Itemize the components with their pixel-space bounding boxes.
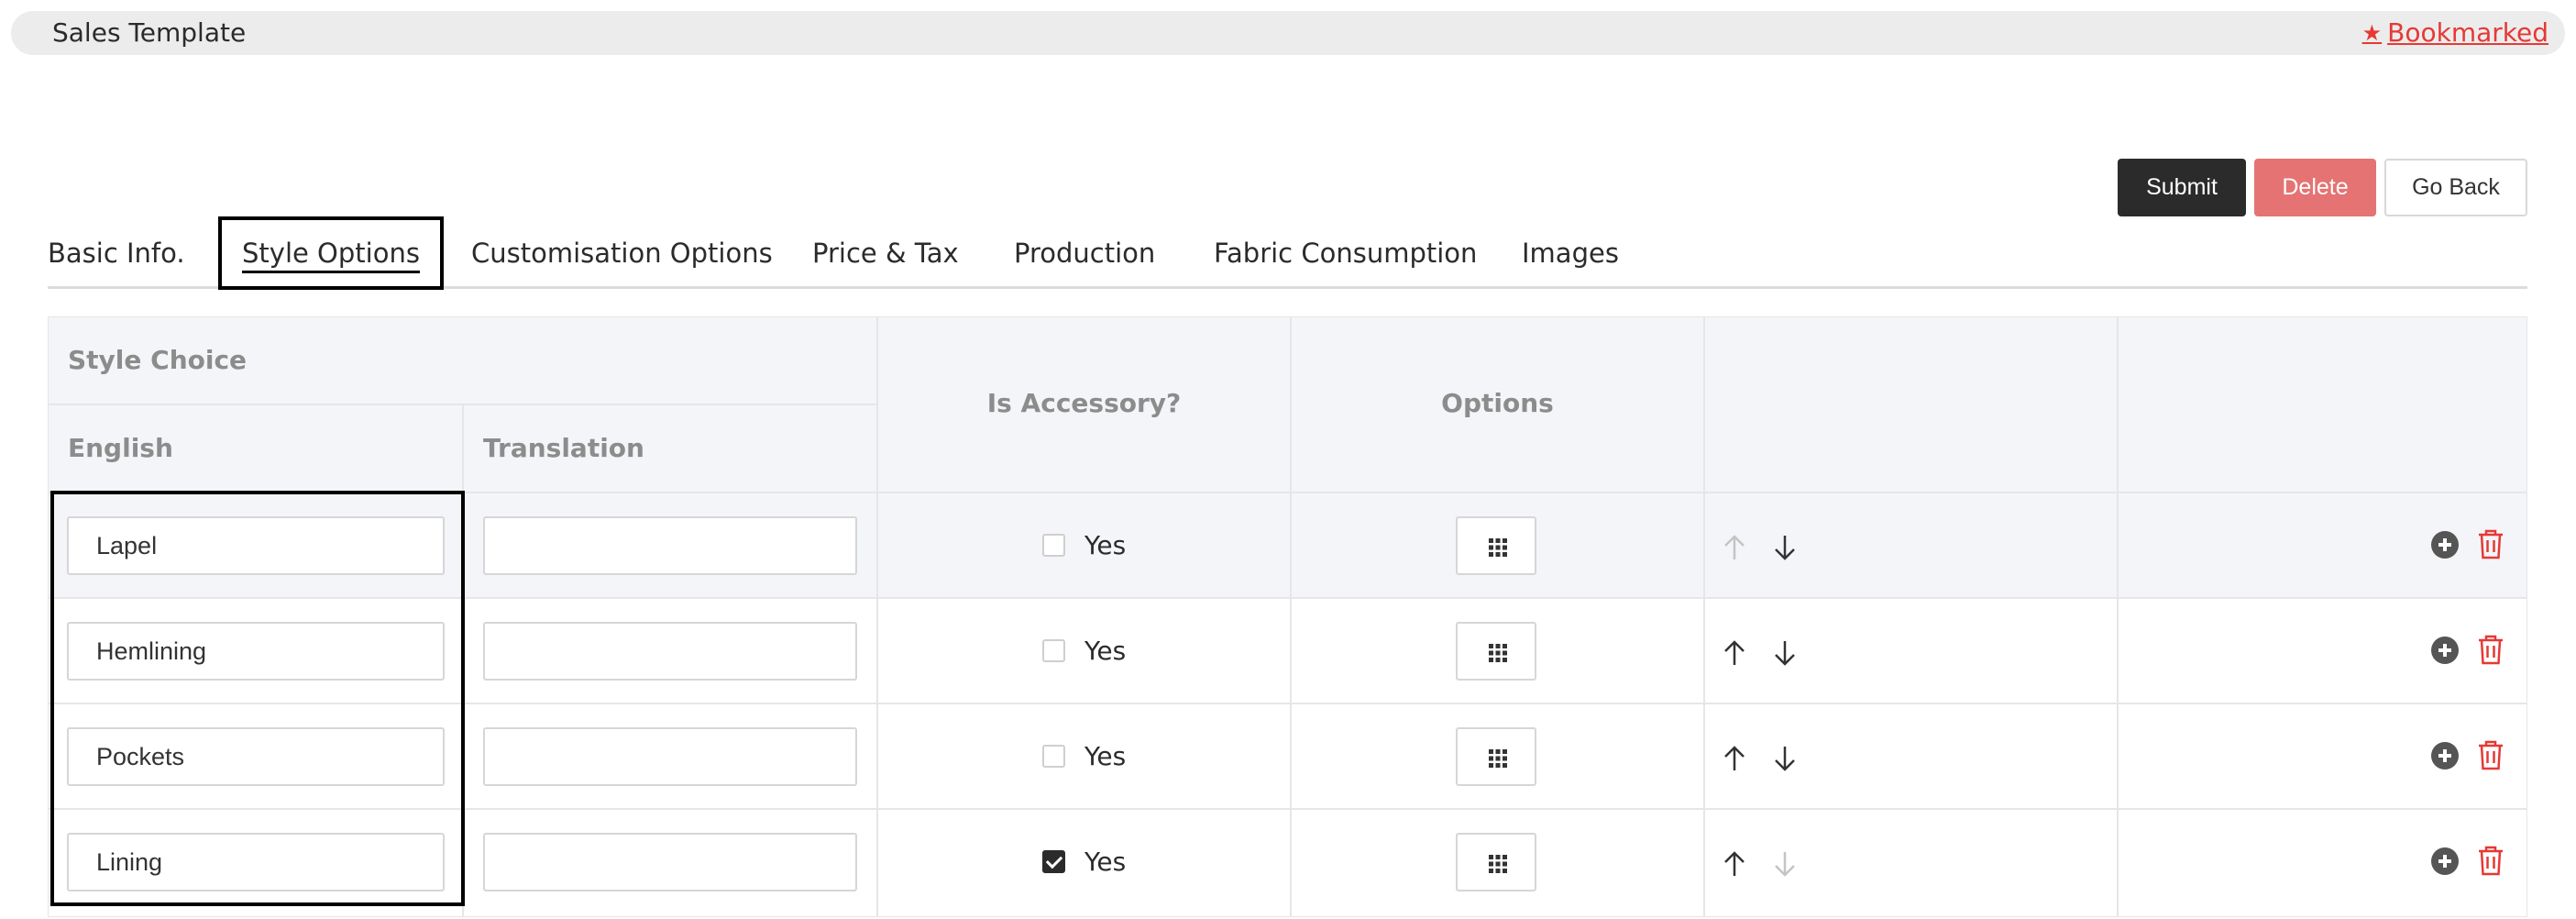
move-up-arrow-icon[interactable] (1723, 850, 1746, 878)
actions-cell (2118, 493, 2527, 598)
grid-icon (1489, 855, 1507, 873)
tab-bar: Basic Info. Style Options Customisation … (48, 216, 2527, 290)
translation-input[interactable] (483, 833, 857, 891)
actions-cell (2118, 809, 2527, 917)
delete-button[interactable]: Delete (2254, 159, 2376, 216)
delete-row-trash-icon[interactable] (2477, 739, 2504, 770)
header-actions (2118, 316, 2527, 493)
accessory-checkbox[interactable] (1042, 745, 1065, 768)
header-options-label: Options (1441, 388, 1554, 418)
move-up-arrow-icon[interactable] (1723, 639, 1746, 667)
go-back-button[interactable]: Go Back (2384, 159, 2527, 216)
style-options-table: Style Choice English Translation Is Acce… (48, 316, 2527, 917)
bookmark-link[interactable]: ★ Bookmarked (2362, 18, 2548, 48)
english-input[interactable]: Hemlining (67, 622, 445, 681)
actions-cell (2118, 703, 2527, 809)
tab-style-options-label: Style Options (242, 238, 420, 269)
add-row-plus-icon[interactable] (2431, 742, 2459, 770)
header-is-accessory-label: Is Accessory? (986, 388, 1182, 418)
translation-input[interactable] (483, 727, 857, 786)
tab-fabric-consumption[interactable]: Fabric Consumption (1214, 216, 1477, 290)
grid-icon (1489, 749, 1507, 768)
actions-cell (2118, 598, 2527, 703)
translation-input[interactable] (483, 516, 857, 575)
delete-row-trash-icon[interactable] (2477, 845, 2504, 876)
options-grid-button[interactable] (1456, 833, 1536, 891)
page-header-bar: Sales Template ★ Bookmarked (11, 11, 2565, 55)
header-style-choice: Style Choice (48, 316, 877, 404)
translation-input[interactable] (483, 622, 857, 681)
move-down-arrow-icon[interactable] (1773, 639, 1797, 667)
grid-icon (1489, 538, 1507, 557)
english-input[interactable]: Lapel (67, 516, 445, 575)
accessory-checkbox[interactable] (1042, 639, 1065, 662)
english-input[interactable]: Lining (67, 833, 445, 891)
move-down-arrow-icon[interactable] (1773, 850, 1797, 878)
add-row-plus-icon[interactable] (2431, 637, 2459, 664)
submit-button[interactable]: Submit (2118, 159, 2246, 216)
reorder-cell (1704, 703, 2118, 809)
header-is-accessory: Is Accessory? (877, 316, 1291, 493)
reorder-cell (1704, 598, 2118, 703)
delete-row-trash-icon[interactable] (2477, 634, 2504, 665)
delete-row-trash-icon[interactable] (2477, 528, 2504, 559)
header-english: English (48, 404, 463, 493)
tab-images[interactable]: Images (1522, 216, 1619, 290)
accessory-checkbox[interactable] (1042, 534, 1065, 557)
star-icon: ★ (2361, 20, 2383, 46)
reorder-cell (1704, 493, 2118, 598)
add-row-plus-icon[interactable] (2431, 531, 2459, 559)
options-grid-button[interactable] (1456, 727, 1536, 786)
header-translation: Translation (463, 404, 877, 493)
header-options: Options (1291, 316, 1704, 493)
accessory-checkbox-checked[interactable] (1042, 850, 1065, 873)
tab-style-options[interactable]: Style Options (218, 216, 444, 290)
header-translation-label: Translation (483, 433, 644, 463)
reorder-cell (1704, 809, 2118, 917)
accessory-yes-label: Yes (1084, 636, 1127, 666)
move-down-arrow-icon[interactable] (1773, 534, 1797, 561)
english-input[interactable]: Pockets (67, 727, 445, 786)
accessory-yes-label: Yes (1084, 741, 1127, 771)
accessory-yes-label: Yes (1084, 847, 1127, 877)
header-reorder (1704, 316, 2118, 493)
tab-price-and-tax[interactable]: Price & Tax (812, 216, 959, 290)
header-style-choice-label: Style Choice (68, 345, 248, 375)
options-grid-button[interactable] (1456, 516, 1536, 575)
add-row-plus-icon[interactable] (2431, 847, 2459, 875)
bookmark-label: Bookmarked (2387, 17, 2548, 48)
move-down-arrow-icon[interactable] (1773, 745, 1797, 772)
grid-icon (1489, 644, 1507, 662)
move-up-arrow-icon[interactable] (1723, 534, 1746, 561)
tab-production[interactable]: Production (1014, 216, 1155, 290)
move-up-arrow-icon[interactable] (1723, 745, 1746, 772)
accessory-yes-label: Yes (1084, 530, 1127, 560)
tab-customisation-options[interactable]: Customisation Options (471, 216, 773, 290)
active-tab-underline (242, 271, 420, 273)
tab-basic-info[interactable]: Basic Info. (48, 216, 185, 290)
options-grid-button[interactable] (1456, 622, 1536, 681)
page-title: Sales Template (52, 17, 247, 48)
header-english-label: English (68, 433, 173, 463)
